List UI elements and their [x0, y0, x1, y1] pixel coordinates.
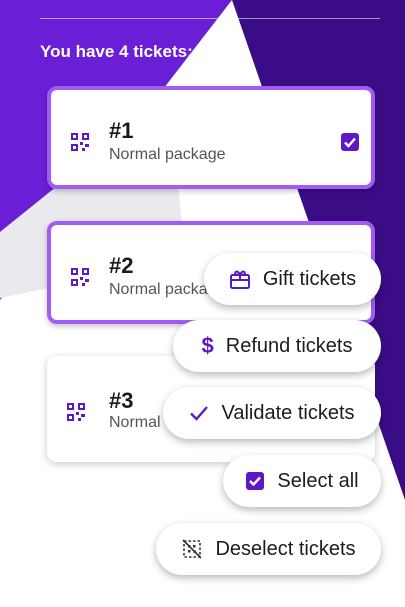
- refund-tickets-button[interactable]: $ Refund tickets: [173, 320, 381, 372]
- deselect-tickets-label: Deselect tickets: [215, 537, 356, 560]
- ticket-package: Normal packa: [109, 281, 208, 298]
- deselect-tickets-button[interactable]: Deselect tickets: [156, 523, 381, 575]
- checkmark-icon: [190, 406, 209, 421]
- ticket-package: Normal package: [109, 146, 226, 163]
- deselect-icon: [182, 539, 203, 559]
- validate-tickets-button[interactable]: Validate tickets: [163, 387, 381, 439]
- ticket-number: #3: [109, 388, 134, 413]
- ticket-screen: You have 4 tickets: #1 Normal package #2…: [0, 0, 405, 607]
- refund-tickets-label: Refund tickets: [225, 334, 353, 357]
- select-all-label: Select all: [277, 469, 359, 492]
- tickets-count-heading: You have 4 tickets:: [40, 42, 193, 61]
- ticket-number: #1: [109, 118, 134, 143]
- ticket-package: Normal: [109, 414, 161, 431]
- dollar-icon: $: [201, 333, 214, 358]
- validate-tickets-label: Validate tickets: [221, 401, 355, 424]
- gift-tickets-button[interactable]: Gift tickets: [204, 253, 381, 305]
- checkbox-checked-icon: [246, 472, 265, 490]
- ticket-card-1[interactable]: #1 Normal package: [47, 86, 375, 189]
- ticket-checkbox[interactable]: [341, 133, 359, 151]
- ticket-number: #2: [109, 253, 134, 278]
- gift-tickets-label: Gift tickets: [262, 267, 357, 290]
- select-all-button[interactable]: Select all: [223, 455, 381, 507]
- gift-icon: [229, 270, 250, 289]
- checkbox-checked-icon: [344, 137, 356, 148]
- top-divider: [40, 18, 380, 19]
- qr-code-icon: [67, 403, 85, 421]
- qr-code-icon: [71, 268, 89, 286]
- qr-code-icon: [71, 133, 89, 151]
